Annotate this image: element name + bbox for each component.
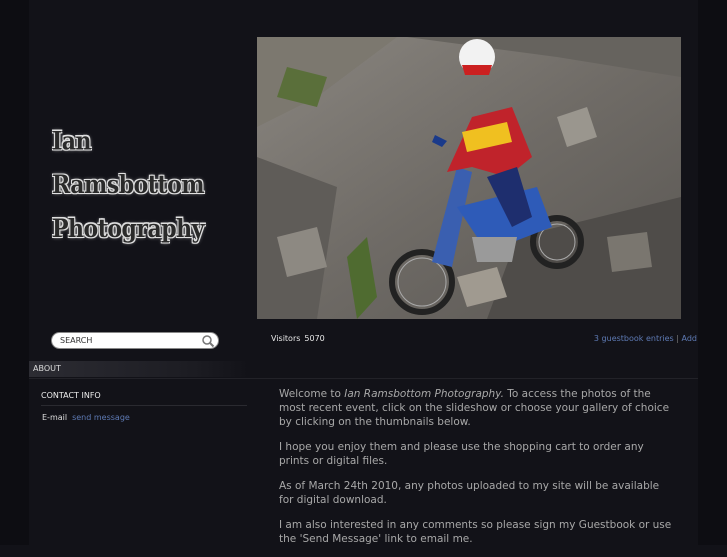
visitor-label: Visitors: [271, 334, 301, 343]
welcome-paragraph-2: I hope you enjoy them and please use the…: [279, 441, 644, 467]
send-message-link[interactable]: send message: [72, 413, 130, 422]
logo-line-1: Ian Ramsbottom: [52, 126, 205, 200]
right-frame: [698, 0, 727, 545]
visitor-count: 5070: [304, 334, 325, 343]
welcome-paragraph-1: Welcome to Ian Ramsbottom Photography. T…: [279, 387, 674, 429]
guestbook-separator: |: [676, 334, 679, 343]
site-logo[interactable]: Ian Ramsbottom Photography: [52, 119, 242, 250]
email-row: E-mail send message: [42, 413, 130, 422]
search-box[interactable]: [51, 332, 219, 349]
about-title: ABOUT: [33, 364, 61, 373]
left-frame: [0, 0, 29, 545]
welcome-intro: Welcome to: [279, 388, 345, 400]
guestbook-add-link[interactable]: Add: [682, 334, 698, 343]
section-divider: [29, 378, 698, 379]
search-input[interactable]: [60, 335, 200, 346]
hero-photo[interactable]: [257, 37, 681, 319]
welcome-paragraph-3: As of March 24th 2010, any photos upload…: [279, 480, 660, 506]
welcome-paragraph-4: I am also interested in any comments so …: [279, 519, 672, 545]
about-section-header: ABOUT: [29, 361, 249, 377]
email-label: E-mail: [42, 413, 68, 422]
logo-line-2: Photography: [52, 213, 204, 244]
guestbook-entries-link[interactable]: 3 guestbook entries: [594, 334, 674, 343]
trials-motorcycle-photo: [257, 37, 681, 319]
visitor-counter: Visitors 5070: [271, 334, 325, 343]
welcome-text: Welcome to Ian Ramsbottom Photography. T…: [279, 387, 674, 557]
search-icon[interactable]: [201, 334, 215, 348]
contact-divider: [41, 405, 247, 406]
guestbook-links: 3 guestbook entries | Add: [594, 334, 697, 343]
site-name: Ian Ramsbottom Photography.: [344, 388, 504, 400]
contact-info-title: CONTACT INFO: [41, 391, 101, 400]
